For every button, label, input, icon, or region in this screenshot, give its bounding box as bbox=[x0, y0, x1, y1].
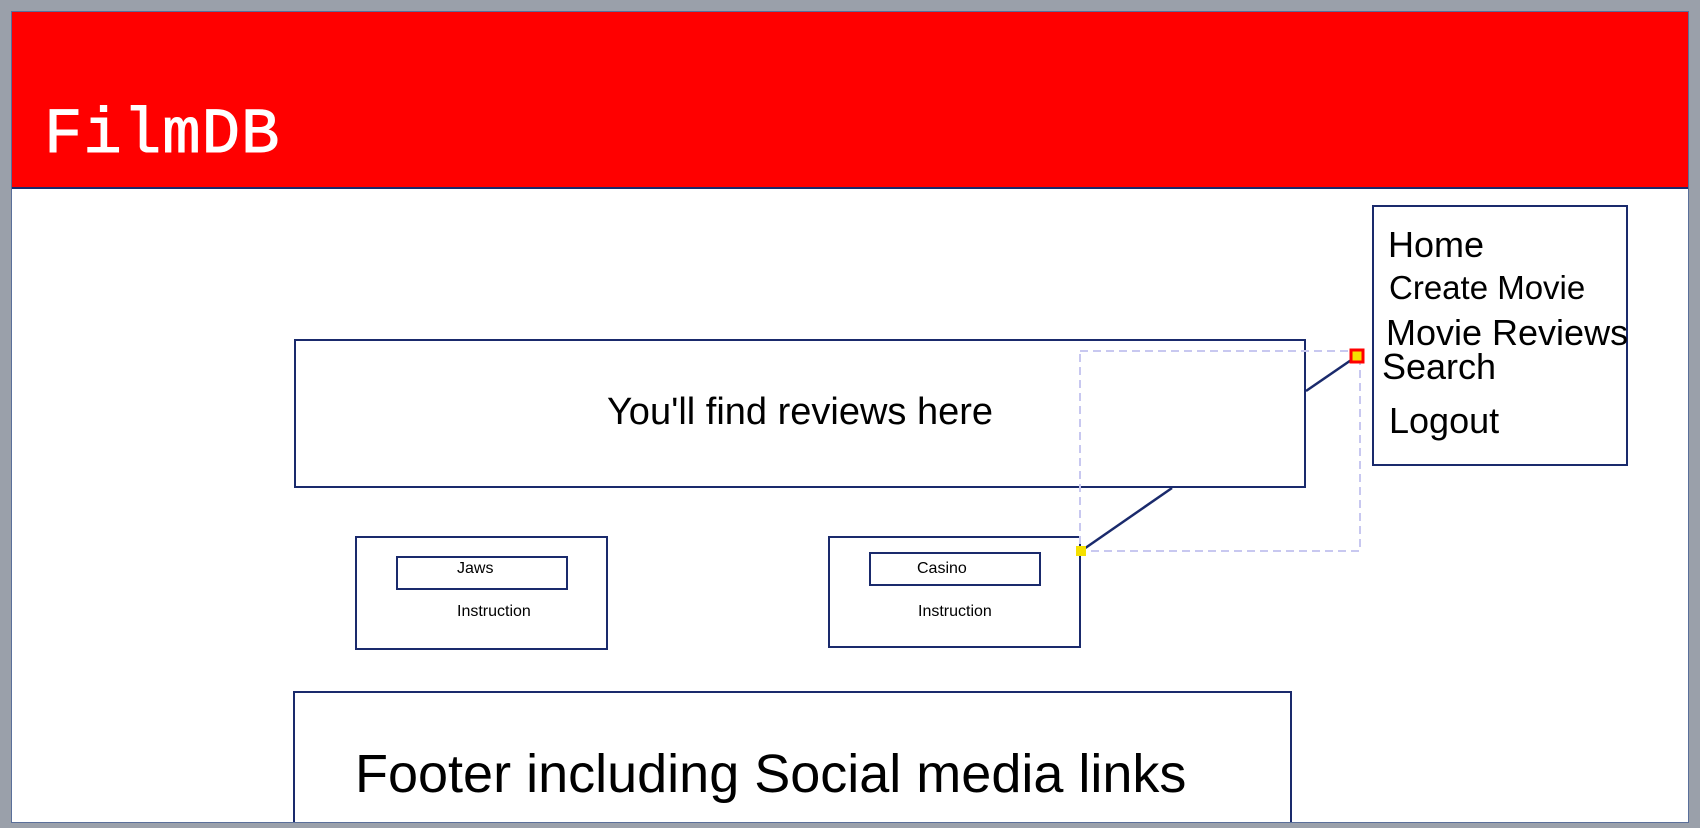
nav-item-search[interactable]: Search bbox=[1382, 349, 1496, 385]
nav-item-home[interactable]: Home bbox=[1388, 227, 1484, 263]
movie-title[interactable]: Jaws bbox=[457, 560, 493, 578]
movie-description: Instruction bbox=[457, 603, 531, 620]
movie-card[interactable]: Casino Instruction bbox=[828, 536, 1081, 648]
site-footer: Footer including Social media links bbox=[293, 691, 1292, 822]
movie-title[interactable]: Casino bbox=[917, 560, 967, 578]
nav-item-create-movie[interactable]: Create Movie bbox=[1389, 271, 1585, 304]
hero-text: You'll find reviews here bbox=[606, 391, 994, 433]
movie-description: Instruction bbox=[918, 603, 992, 620]
main-navigation: Home Create Movie Movie Reviews Search L… bbox=[1372, 205, 1628, 466]
site-header: FilmDB bbox=[12, 12, 1688, 189]
footer-text: Footer including Social media links bbox=[355, 744, 1187, 804]
connector-end-handle[interactable] bbox=[1349, 348, 1365, 364]
connector-line bbox=[1305, 354, 1358, 393]
movie-card[interactable]: Jaws Instruction bbox=[355, 536, 608, 650]
nav-item-logout[interactable]: Logout bbox=[1389, 403, 1499, 439]
wireframe-canvas: FilmDB Home Create Movie Movie Reviews S… bbox=[11, 11, 1689, 823]
connector-line bbox=[1080, 486, 1173, 553]
hero-banner: You'll find reviews here bbox=[294, 339, 1306, 488]
site-logo[interactable]: FilmDB bbox=[43, 104, 280, 169]
